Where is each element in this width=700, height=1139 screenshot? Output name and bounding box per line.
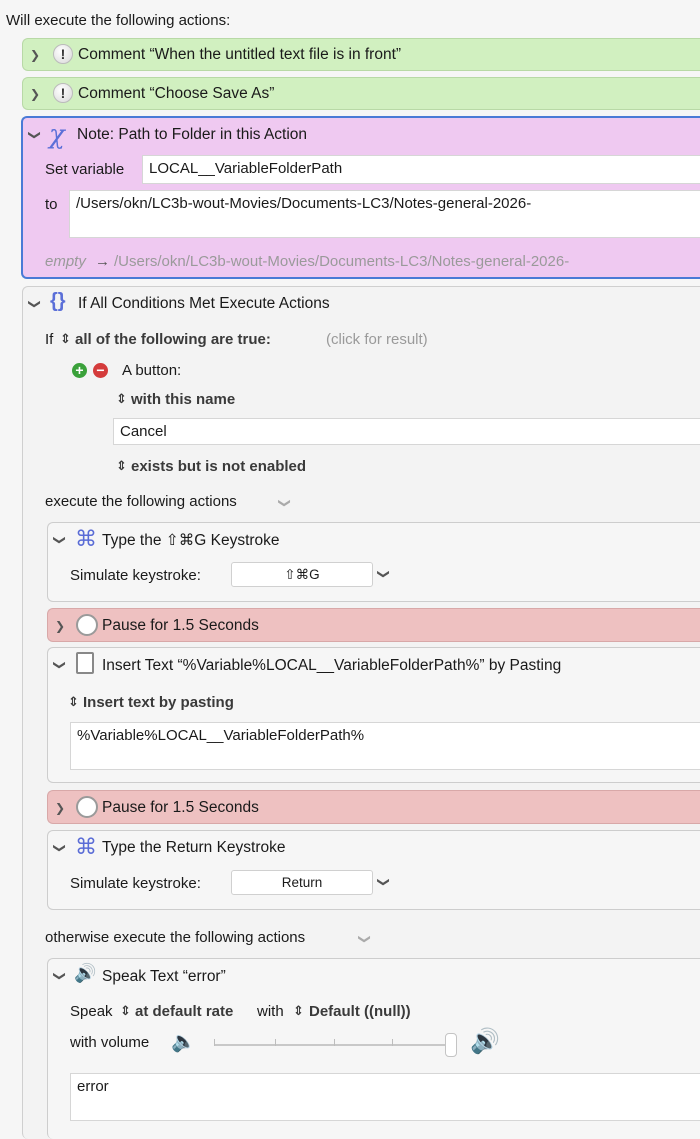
type-return-action[interactable]: ❯ ⌘ Type the Return Keystroke Simulate k…	[47, 830, 700, 910]
stepper-icon[interactable]: ⇕	[120, 1003, 131, 1019]
command-key-icon: ⌘	[75, 834, 97, 859]
preview-empty-label: empty	[45, 253, 86, 270]
condition-mode-popup[interactable]: all of the following are true:	[75, 331, 271, 348]
chevron-down-icon[interactable]: ❯	[377, 877, 391, 887]
remove-condition-button[interactable]: −	[93, 363, 108, 378]
volume-high-icon: 🔊	[470, 1028, 500, 1055]
condition-type-label: A button:	[122, 362, 182, 379]
insert-mode-popup[interactable]: Insert text by pasting	[83, 694, 234, 711]
chevron-down-icon[interactable]: ❯	[53, 660, 67, 670]
volume-label: with volume	[70, 1034, 150, 1051]
slider-tick	[392, 1039, 393, 1046]
simulate-keystroke-label: Simulate keystroke:	[70, 875, 201, 892]
actions-header: Will execute the following actions:	[6, 12, 231, 29]
command-key-icon: ⌘	[75, 526, 97, 551]
else-actions-label: otherwise execute the following actions	[45, 929, 306, 946]
set-variable-label: Set variable	[45, 161, 125, 178]
simulate-keystroke-label: Simulate keystroke:	[70, 567, 201, 584]
rate-popup[interactable]: at default rate	[135, 1003, 233, 1020]
variable-x-icon: χ	[49, 120, 65, 150]
action-title: Comment “Choose Save As”	[78, 85, 275, 102]
volume-slider-knob[interactable]	[445, 1033, 457, 1057]
speak-text-action[interactable]: ❯ 🔊 Speak Text “error” Speak ⇕ at defaul…	[47, 958, 700, 1139]
clipboard-icon	[76, 652, 94, 674]
preview-arrow: →	[95, 253, 110, 270]
chevron-down-icon[interactable]: ❯	[53, 971, 67, 981]
with-label: with	[257, 1003, 284, 1020]
preview-path: /Users/okn/LC3b-wout-Movies/Documents-LC…	[114, 253, 570, 270]
add-condition-button[interactable]: +	[72, 363, 87, 378]
chevron-right-icon[interactable]: ❯	[30, 48, 40, 62]
action-title: Speak Text “error”	[102, 968, 226, 985]
type-keystroke-action[interactable]: ❯ ⌘ Type the ⇧⌘G Keystroke Simulate keys…	[47, 522, 700, 602]
exclamation-icon: !	[53, 44, 73, 64]
state-mode-popup[interactable]: exists but is not enabled	[131, 458, 306, 475]
action-title: Note: Path to Folder in this Action	[77, 126, 308, 143]
action-title: Type the ⇧⌘G Keystroke	[102, 532, 280, 549]
chevron-right-icon[interactable]: ❯	[55, 619, 65, 633]
insert-text-field[interactable]: %Variable%LOCAL__VariableFolderPath%	[70, 722, 700, 770]
speak-label: Speak	[70, 1003, 113, 1020]
name-mode-popup[interactable]: with this name	[131, 391, 235, 408]
stepper-icon[interactable]: ⇕	[116, 391, 127, 407]
speak-text-field[interactable]: error	[70, 1073, 700, 1121]
chevron-right-icon[interactable]: ❯	[30, 87, 40, 101]
action-title: Type the Return Keystroke	[102, 839, 286, 856]
exclamation-icon: !	[53, 83, 73, 103]
keystroke-field[interactable]: Return	[231, 870, 373, 895]
action-title: Comment “When the untitled text file is …	[78, 46, 402, 63]
then-actions-label: execute the following actions	[45, 493, 237, 510]
chevron-down-icon[interactable]: ❯	[377, 569, 391, 579]
speaker-icon: 🔊	[74, 963, 97, 983]
voice-popup[interactable]: Default ((null))	[309, 1003, 411, 1020]
clock-icon	[76, 614, 98, 636]
chevron-down-icon[interactable]: ❯	[278, 498, 292, 508]
keystroke-field[interactable]: ⇧⌘G	[231, 562, 373, 587]
action-title: Pause for 1.5 Seconds	[102, 617, 259, 634]
stepper-icon[interactable]: ⇕	[60, 331, 71, 347]
variable-value-field[interactable]: /Users/okn/LC3b-wout-Movies/Documents-LC…	[69, 190, 700, 238]
pause-action[interactable]: ❯ Pause for 1.5 Seconds	[47, 608, 700, 642]
comment-action-front[interactable]: ❯ ! Comment “When the untitled text file…	[22, 38, 700, 71]
button-name-field[interactable]: Cancel	[113, 418, 700, 445]
braces-icon: {}	[50, 290, 66, 312]
volume-low-icon: 🔈	[171, 1031, 196, 1053]
chevron-down-icon[interactable]: ❯	[358, 934, 372, 944]
stepper-icon[interactable]: ⇕	[116, 458, 127, 474]
clock-icon	[76, 796, 98, 818]
to-label: to	[45, 196, 58, 213]
chevron-down-icon[interactable]: ❯	[28, 130, 42, 140]
action-title: If All Conditions Met Execute Actions	[78, 295, 330, 312]
comment-action-save-as[interactable]: ❯ ! Comment “Choose Save As”	[22, 77, 700, 110]
slider-tick	[275, 1039, 276, 1046]
chevron-down-icon[interactable]: ❯	[53, 843, 67, 853]
action-title: Pause for 1.5 Seconds	[102, 799, 259, 816]
variable-name-field[interactable]: LOCAL__VariableFolderPath	[142, 155, 700, 184]
chevron-down-icon[interactable]: ❯	[28, 299, 42, 309]
if-label: If	[45, 331, 54, 348]
set-variable-action[interactable]: ❯ χ Note: Path to Folder in this Action …	[21, 116, 700, 279]
slider-tick	[214, 1039, 215, 1046]
pause-action[interactable]: ❯ Pause for 1.5 Seconds	[47, 790, 700, 824]
stepper-icon[interactable]: ⇕	[293, 1003, 304, 1019]
chevron-right-icon[interactable]: ❯	[55, 801, 65, 815]
chevron-down-icon[interactable]: ❯	[53, 535, 67, 545]
action-title: Insert Text “%Variable%LOCAL__VariableFo…	[102, 657, 562, 674]
stepper-icon[interactable]: ⇕	[68, 694, 79, 710]
insert-text-action[interactable]: ❯ Insert Text “%Variable%LOCAL__Variable…	[47, 647, 700, 783]
result-hint[interactable]: (click for result)	[326, 331, 428, 348]
slider-tick	[334, 1039, 335, 1046]
